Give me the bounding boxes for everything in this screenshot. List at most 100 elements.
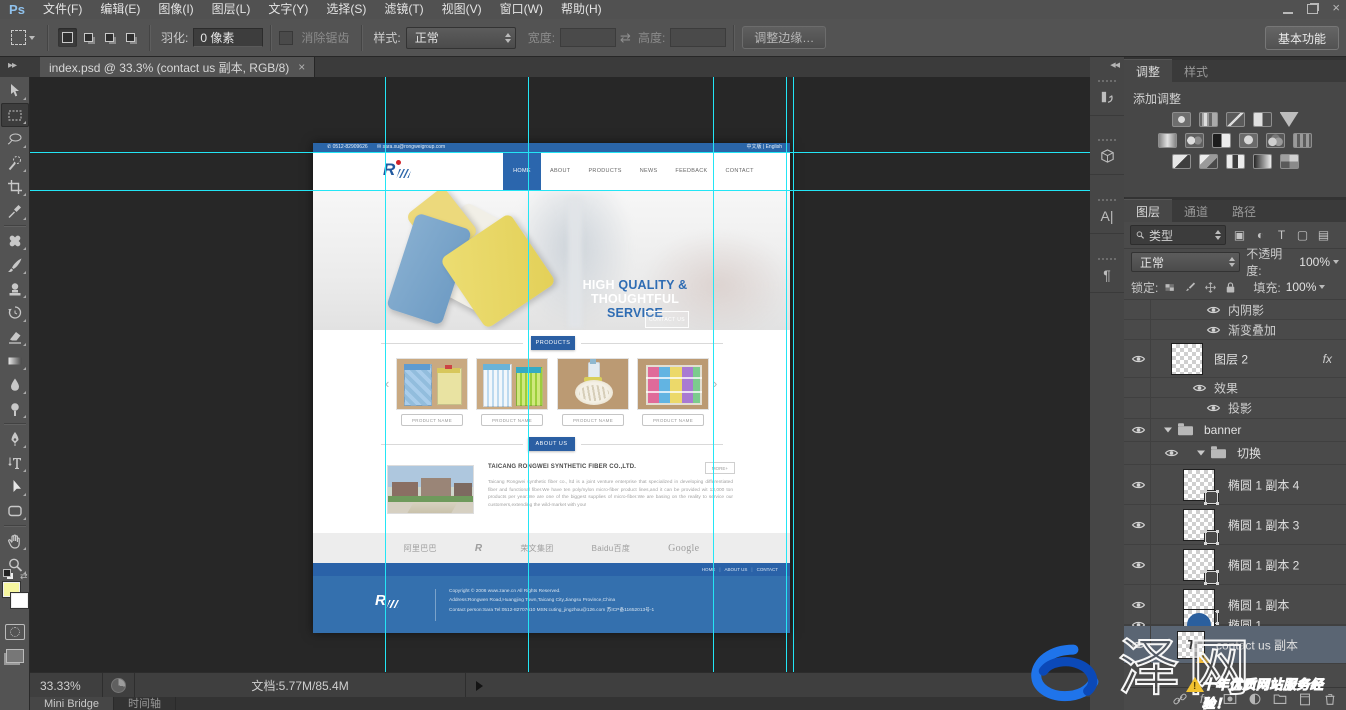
restore-button[interactable]	[1307, 4, 1318, 14]
visibility-eye-icon[interactable]	[1131, 519, 1146, 530]
filter-type-layers-icon[interactable]: T	[1273, 227, 1290, 244]
close-tab-icon[interactable]: ×	[298, 60, 305, 74]
character-panel-button[interactable]: A|	[1090, 189, 1124, 234]
site-nav-news[interactable]: NEWS	[631, 152, 667, 190]
levels-icon[interactable]	[1199, 112, 1218, 127]
layer-filter-dropdown[interactable]: 类型	[1130, 225, 1226, 245]
swap-width-height-icon[interactable]: ⇄	[620, 30, 631, 46]
new-selection-button[interactable]	[58, 28, 77, 47]
brush-tool[interactable]	[1, 253, 29, 277]
clone-stamp-tool[interactable]	[1, 277, 29, 301]
guide-vertical[interactable]	[786, 77, 787, 672]
guide-horizontal[interactable]	[30, 152, 1090, 153]
tab-channels[interactable]: 通道	[1172, 200, 1220, 222]
site-nav-about[interactable]: ABOUT	[541, 152, 579, 190]
guide-vertical[interactable]	[528, 77, 529, 672]
filter-smart-objects-icon[interactable]: ▤	[1315, 227, 1332, 244]
antialias-checkbox[interactable]	[279, 31, 293, 45]
new-layer-button[interactable]	[1296, 691, 1313, 708]
default-colors-icon[interactable]	[3, 569, 11, 577]
layer-row[interactable]: 渐变叠加	[1124, 320, 1346, 340]
layer-style-button[interactable]: fx	[1196, 691, 1213, 708]
dock-collapse-icon[interactable]: ◀◀	[1110, 61, 1119, 69]
layer-row[interactable]: 椭圆 1 副本 3	[1124, 505, 1346, 545]
workspace-switcher-button[interactable]: 基本功能	[1265, 26, 1339, 50]
blend-mode-dropdown[interactable]: 正常	[1131, 252, 1240, 272]
history-panel-button[interactable]	[1090, 71, 1124, 116]
lock-move-icon[interactable]	[1203, 280, 1218, 295]
footer-link[interactable]: CONTACT	[757, 567, 778, 572]
dodge-tool[interactable]	[1, 397, 29, 421]
site-nav-products[interactable]: PRODUCTS	[579, 152, 630, 190]
product-card[interactable]: PRODUCT NAME	[637, 358, 709, 410]
hue-saturation-icon[interactable]	[1158, 133, 1177, 148]
eraser-tool[interactable]	[1, 325, 29, 349]
crop-tool[interactable]	[1, 175, 29, 199]
visibility-eye-icon[interactable]	[1206, 403, 1221, 414]
new-adjustment-layer-button[interactable]	[1246, 691, 1263, 708]
new-group-button[interactable]	[1271, 691, 1288, 708]
tab-styles[interactable]: 样式	[1172, 60, 1220, 82]
product-card[interactable]: PRODUCT NAME	[476, 358, 548, 410]
bottom-tab-timeline[interactable]: 时间轴	[114, 697, 176, 710]
gradient-tool[interactable]	[1, 349, 29, 373]
selective-color-icon[interactable]	[1280, 154, 1299, 169]
add-to-selection-button[interactable]	[79, 28, 98, 47]
black-white-icon[interactable]	[1212, 133, 1231, 148]
refine-edge-button[interactable]: 调整边缘…	[742, 26, 826, 49]
eyedropper-tool[interactable]	[1, 199, 29, 223]
guide-vertical[interactable]	[385, 77, 386, 672]
guide-vertical[interactable]	[793, 77, 794, 672]
shape-tool[interactable]	[1, 499, 29, 523]
filter-adjustment-layers-icon[interactable]: ◐	[1252, 227, 1269, 244]
hand-tool[interactable]	[1, 529, 29, 553]
tab-layers[interactable]: 图层	[1124, 199, 1172, 222]
product-name-button[interactable]: PRODUCT NAME	[401, 414, 463, 426]
canvas-area[interactable]: ✆ 0512-82909626 ✉ sara.xu@rongweigroup.c…	[30, 77, 1090, 672]
document-tab[interactable]: index.psd @ 33.3% (contact us 副本, RGB/8)…	[40, 57, 315, 77]
lock-paint-icon[interactable]	[1183, 280, 1198, 295]
posterize-icon[interactable]	[1199, 154, 1218, 169]
menubar-item[interactable]: 文件(F)	[34, 0, 91, 19]
subtract-from-selection-button[interactable]	[100, 28, 119, 47]
quick-selection-tool[interactable]	[1, 151, 29, 175]
vibrance-icon[interactable]	[1280, 112, 1299, 127]
layer-row[interactable]: T!contact us 副本	[1124, 626, 1346, 664]
guide-horizontal[interactable]	[30, 190, 1090, 191]
visibility-eye-icon[interactable]	[1206, 324, 1221, 335]
curves-icon[interactable]	[1226, 112, 1245, 127]
visibility-eye-icon[interactable]	[1131, 353, 1146, 364]
site-nav-contact[interactable]: CONTACT	[716, 152, 762, 190]
layer-fx-badge[interactable]: fx	[1323, 352, 1332, 366]
layer-thumbnail[interactable]	[1184, 470, 1214, 500]
color-lookup-icon[interactable]	[1293, 133, 1312, 148]
menubar-item[interactable]: 图像(I)	[149, 0, 202, 19]
layer-row[interactable]: 切换	[1124, 442, 1346, 465]
layer-thumbnail[interactable]	[1184, 550, 1214, 580]
lasso-tool[interactable]	[1, 127, 29, 151]
path-selection-tool[interactable]	[1, 475, 29, 499]
visibility-eye-icon[interactable]	[1131, 559, 1146, 570]
site-nav-feedback[interactable]: FEEDBACK	[666, 152, 716, 190]
layer-row[interactable]: 椭圆 1 副本 4	[1124, 465, 1346, 505]
threshold-icon[interactable]	[1226, 154, 1245, 169]
opacity-field[interactable]: 100%	[1299, 255, 1339, 269]
menubar-item[interactable]: 文字(Y)	[259, 0, 317, 19]
visibility-eye-icon[interactable]	[1164, 448, 1179, 459]
pen-tool[interactable]	[1, 427, 29, 451]
style-dropdown[interactable]: 正常	[406, 27, 516, 49]
product-name-button[interactable]: PRODUCT NAME	[481, 414, 543, 426]
layer-row[interactable]: 效果	[1124, 378, 1346, 398]
zoom-level-field[interactable]: 33.33%	[30, 673, 103, 698]
visibility-eye-icon[interactable]	[1206, 304, 1221, 315]
filter-shape-layers-icon[interactable]: ▢	[1294, 227, 1311, 244]
layer-row[interactable]: 投影	[1124, 398, 1346, 419]
lock-all-icon[interactable]	[1223, 280, 1238, 295]
invert-icon[interactable]	[1172, 154, 1191, 169]
menubar-item[interactable]: 帮助(H)	[552, 0, 611, 19]
product-card[interactable]: PRODUCT NAME	[396, 358, 468, 410]
menubar-item[interactable]: 窗口(W)	[491, 0, 552, 19]
quick-mask-button[interactable]	[5, 624, 25, 640]
photo-filter-icon[interactable]	[1239, 133, 1258, 148]
tab-paths[interactable]: 路径	[1220, 200, 1268, 222]
